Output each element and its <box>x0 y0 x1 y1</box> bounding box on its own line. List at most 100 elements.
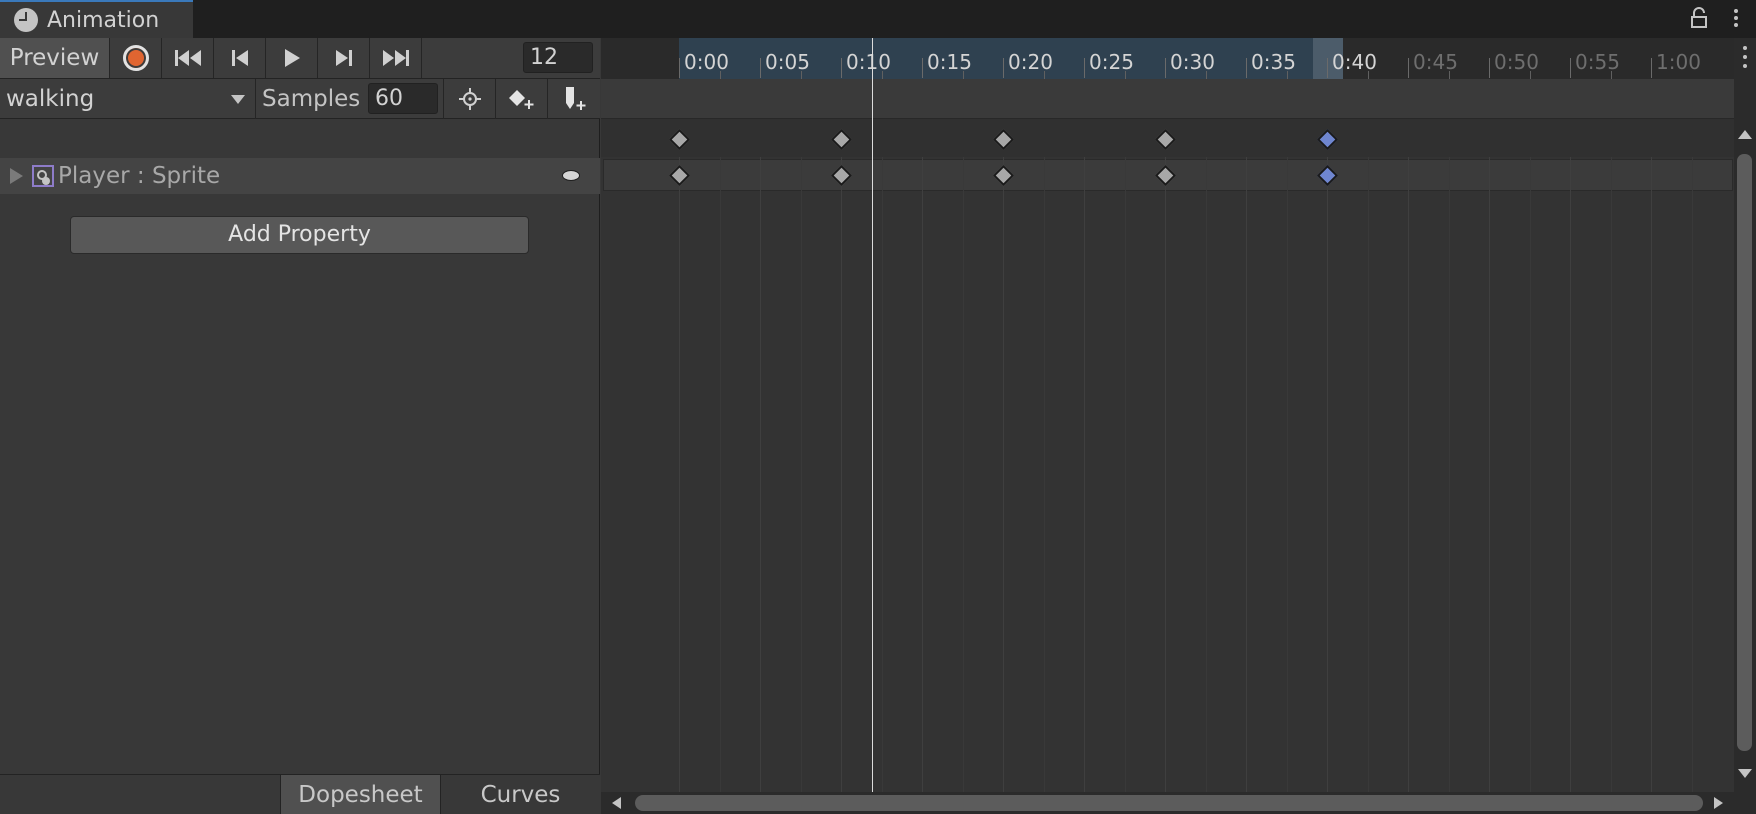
playhead-line[interactable] <box>872 38 873 798</box>
sprite-renderer-icon <box>32 165 54 187</box>
previous-keyframe-button[interactable] <box>214 38 266 78</box>
add-event-icon <box>565 87 585 110</box>
time-label: 0:05 <box>760 50 810 78</box>
minor-tick <box>881 71 883 79</box>
tab-title: Animation <box>47 7 160 33</box>
grid-line <box>1408 157 1409 814</box>
first-key-icon <box>174 50 201 66</box>
snap-button[interactable] <box>443 79 495 119</box>
grid-line <box>679 157 680 814</box>
clip-toolbar: walking Samples 60 <box>0 79 600 119</box>
grid-line <box>1003 157 1004 814</box>
minor-tick <box>1205 71 1207 79</box>
time-label: 0:45 <box>1408 50 1458 78</box>
minor-tick <box>1124 71 1126 79</box>
grid-line <box>1286 157 1288 814</box>
minor-tick <box>1610 71 1612 79</box>
minor-tick <box>719 71 721 79</box>
property-label: Player : Sprite <box>58 163 221 189</box>
grid-line <box>1205 157 1207 814</box>
record-button[interactable] <box>110 38 162 78</box>
grid-line <box>1367 157 1369 814</box>
add-property-button[interactable]: Add Property <box>70 216 529 254</box>
play-button[interactable] <box>266 38 318 78</box>
grid-line <box>1570 157 1571 814</box>
lock-icon[interactable] <box>1690 7 1708 29</box>
scroll-right-arrow-icon[interactable] <box>1714 797 1723 809</box>
time-label: 0:15 <box>922 50 972 78</box>
dopesheet-timeline[interactable]: 0:00 0:05 0:10 0:15 0:20 0:25 0:30 0:35 0:40 0:45… <box>601 38 1756 814</box>
time-ruler[interactable]: 0:00 0:05 0:10 0:15 0:20 0:25 0:30 0:35 0:40 0:45… <box>601 38 1734 79</box>
hierarchy-panel: Preview 12 walking Samples 60 Player: S… <box>0 38 600 814</box>
grid-line <box>881 157 883 814</box>
clip-dropdown[interactable]: walking <box>0 79 256 119</box>
chevron-down-icon <box>231 95 245 104</box>
vertical-scroll-thumb[interactable] <box>1737 154 1752 751</box>
play-icon <box>284 49 300 67</box>
grid-line <box>1165 157 1166 814</box>
scroll-left-arrow-icon[interactable] <box>612 797 621 809</box>
minor-tick <box>1448 71 1450 79</box>
record-icon <box>122 45 149 71</box>
tab-animation[interactable]: Animation <box>0 0 193 38</box>
scroll-up-arrow-icon[interactable] <box>1738 130 1752 139</box>
next-keyframe-button[interactable] <box>318 38 370 78</box>
first-keyframe-button[interactable] <box>162 38 214 78</box>
time-label: 0:50 <box>1489 50 1539 78</box>
horizontal-scroll-thumb[interactable] <box>635 795 1703 811</box>
grid-line <box>1489 157 1490 814</box>
add-keyframe-icon <box>508 90 533 109</box>
last-keyframe-button[interactable] <box>370 38 422 78</box>
current-frame-field[interactable]: 12 <box>523 42 593 73</box>
clip-name: walking <box>6 86 95 112</box>
minor-tick <box>1043 71 1045 79</box>
vertical-scrollbar[interactable] <box>1734 38 1756 814</box>
property-row[interactable]: Player : Sprite <box>0 158 600 194</box>
time-label: 0:00 <box>679 50 729 78</box>
snap-icon <box>458 88 481 110</box>
tab-dopesheet[interactable]: Dopesheet <box>280 775 440 814</box>
minor-tick <box>1529 71 1531 79</box>
time-label: 1:00 <box>1651 50 1701 78</box>
view-tabs: Dopesheet Curves <box>0 774 600 814</box>
minor-tick <box>800 71 802 79</box>
grid-line <box>1529 157 1531 814</box>
time-label: 0:55 <box>1570 50 1620 78</box>
grid-line <box>841 157 842 814</box>
prev-key-icon <box>231 50 248 66</box>
window-tab-bar: Animation <box>0 0 1756 38</box>
scroll-down-arrow-icon[interactable] <box>1738 769 1752 778</box>
grid-line <box>1327 157 1328 814</box>
time-label: 0:35 <box>1246 50 1296 78</box>
grid-line <box>1246 157 1247 814</box>
samples-label: Samples <box>262 86 361 112</box>
minor-tick <box>962 71 964 79</box>
expand-arrow-icon[interactable] <box>10 168 23 184</box>
horizontal-scrollbar[interactable] <box>601 792 1734 814</box>
grid-line <box>760 157 761 814</box>
grid-line <box>1043 157 1045 814</box>
grid-line <box>1124 157 1126 814</box>
add-event-button[interactable] <box>547 79 599 119</box>
time-label: 0:20 <box>1003 50 1053 78</box>
time-label: 0:40 <box>1327 50 1377 78</box>
grid-line <box>962 157 964 814</box>
time-label: 0:30 <box>1165 50 1215 78</box>
samples-field[interactable]: 60 <box>368 83 438 114</box>
preview-button[interactable]: Preview <box>0 38 110 78</box>
minor-tick <box>1367 71 1369 79</box>
property-toggle-icon[interactable] <box>562 170 580 181</box>
tab-curves[interactable]: Curves <box>440 775 600 814</box>
playback-toolbar: Preview 12 <box>0 38 600 79</box>
add-keyframe-button[interactable] <box>495 79 547 119</box>
animation-clock-icon <box>14 8 38 32</box>
grid-line <box>922 157 923 814</box>
time-label: 0:10 <box>841 50 891 78</box>
time-label: 0:25 <box>1084 50 1134 78</box>
event-lane[interactable] <box>601 79 1734 119</box>
grid-line <box>800 157 802 814</box>
kebab-menu-icon[interactable] <box>1743 46 1747 72</box>
kebab-menu-icon[interactable] <box>1732 7 1740 29</box>
grid-line <box>1448 157 1450 814</box>
grid-line <box>1651 157 1652 814</box>
